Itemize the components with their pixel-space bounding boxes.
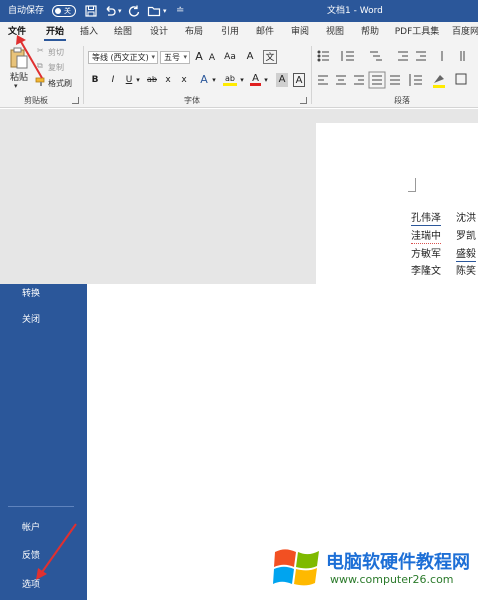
backstage-item-convert[interactable]: 转换 — [22, 286, 40, 299]
title-bar: 自动保存 关 ▾ ▾ ≐ 文档1 - Word — [0, 0, 478, 22]
font-size-value: 五号 — [164, 53, 180, 62]
tab-mailings[interactable]: 邮件 — [252, 22, 278, 42]
list-item: 洼瑞中 — [411, 231, 441, 244]
list-item: 盛毅 — [456, 249, 476, 262]
font-launcher-icon[interactable] — [300, 97, 307, 104]
cut-icon[interactable]: ✂ — [37, 46, 44, 55]
text-effects-dropdown-icon[interactable]: ▾ — [210, 73, 218, 87]
font-group-label: 字体 — [184, 96, 200, 105]
paste-dropdown-icon[interactable]: ▾ — [14, 82, 18, 90]
document-area: 孔伟泽 沈洪 洼瑞中 罗凯 方敏军 盛毅 李隆文 陈笑 — [0, 109, 478, 284]
paste-icon[interactable] — [9, 46, 29, 70]
ribbon: 粘贴 ▾ ✂ 剪切 ⧉ 复制 格式刷 剪贴板 等线 (西文正文) ▾ 五号 ▾ … — [0, 42, 478, 108]
text-effects-button[interactable]: A — [198, 73, 210, 87]
autosave-toggle[interactable]: 关 — [52, 5, 76, 17]
italic-button[interactable]: I — [108, 73, 118, 87]
tab-pdf-tools[interactable]: PDF工具集 — [391, 22, 443, 42]
watermark-url: www.computer26.com — [330, 573, 454, 586]
backstage-item-account[interactable]: 帐户 — [22, 520, 40, 533]
backstage-item-close[interactable]: 关闭 — [22, 312, 40, 325]
format-painter-icon[interactable] — [35, 77, 47, 87]
tab-baidu[interactable]: 百度网 — [452, 22, 478, 42]
highlight-button[interactable]: ab — [223, 72, 237, 86]
ribbon-tabs: 文件 开始 插入 绘图 设计 布局 引用 邮件 审阅 视图 帮助 PDF工具集 … — [0, 22, 478, 42]
watermark-title: 电脑软硬件教程网 — [326, 552, 470, 573]
tab-help[interactable]: 帮助 — [357, 22, 383, 42]
backstage-item-feedback[interactable]: 反馈 — [22, 548, 40, 561]
chevron-down-icon: ▾ — [151, 53, 155, 61]
autosave-label: 自动保存 — [8, 6, 45, 16]
paste-button[interactable]: 粘贴 — [10, 70, 28, 83]
group-separator — [311, 46, 312, 104]
list-item: 李隆文 — [411, 266, 441, 277]
strikethrough-button[interactable]: ab — [145, 73, 159, 87]
tab-insert[interactable]: 插入 — [76, 22, 102, 42]
paragraph-group-label: 段落 — [394, 96, 410, 105]
list-item: 方敏军 — [411, 249, 441, 260]
font-color-dropdown-icon[interactable]: ▾ — [262, 73, 270, 87]
tab-review[interactable]: 审阅 — [287, 22, 313, 42]
backstage-sidebar: 转换 关闭 帐户 反馈 选项 — [0, 284, 87, 600]
tab-file[interactable]: 文件 — [4, 22, 30, 42]
underline-button[interactable]: U — [124, 73, 134, 87]
phonetic-guide-button[interactable]: 文 — [263, 50, 277, 64]
clipboard-launcher-icon[interactable] — [72, 97, 79, 104]
backstage-divider — [8, 506, 74, 507]
list-item: 沈洪 — [456, 213, 476, 224]
font-size-select[interactable]: 五号 ▾ — [160, 51, 190, 64]
tab-home[interactable]: 开始 — [40, 22, 70, 42]
char-border-button[interactable]: A — [293, 73, 305, 87]
char-shading-button[interactable]: A — [276, 73, 288, 87]
save-icon[interactable] — [84, 4, 98, 18]
list-item: 孔伟泽 — [411, 213, 441, 226]
document-page[interactable]: 孔伟泽 沈洪 洼瑞中 罗凯 方敏军 盛毅 李隆文 陈笑 — [316, 123, 478, 284]
font-name-value: 等线 (西文正文) — [92, 53, 149, 62]
underline-dropdown-icon[interactable]: ▾ — [134, 73, 142, 87]
copy-button[interactable]: 复制 — [48, 62, 64, 73]
document-title: 文档1 - Word — [327, 6, 383, 16]
shrink-font-button[interactable]: A — [207, 51, 217, 65]
change-case-button[interactable]: Aa — [222, 50, 238, 64]
clipboard-group-label: 剪贴板 — [24, 96, 48, 105]
bold-button[interactable]: B — [90, 73, 100, 87]
tab-design[interactable]: 设计 — [146, 22, 172, 42]
tab-draw[interactable]: 绘图 — [110, 22, 136, 42]
grow-font-button[interactable]: A — [193, 50, 205, 64]
autosave-state: 关 — [64, 7, 71, 15]
list-item: 陈笑 — [456, 266, 476, 277]
paragraph-controls[interactable] — [316, 49, 476, 91]
group-separator — [83, 46, 84, 104]
highlight-dropdown-icon[interactable]: ▾ — [238, 73, 246, 87]
copy-icon[interactable]: ⧉ — [37, 61, 43, 71]
undo-icon[interactable] — [103, 4, 117, 18]
subscript-button[interactable]: x — [163, 73, 173, 87]
undo-dropdown-icon[interactable]: ▾ — [118, 0, 122, 22]
customize-icon[interactable]: ≐ — [176, 0, 184, 22]
margin-corner-mark — [408, 178, 416, 192]
open-dropdown-icon[interactable]: ▾ — [163, 0, 167, 22]
tab-references[interactable]: 引用 — [217, 22, 243, 42]
open-folder-icon[interactable] — [147, 4, 161, 18]
backstage-item-options[interactable]: 选项 — [22, 577, 40, 590]
tab-view[interactable]: 视图 — [322, 22, 348, 42]
format-painter-button[interactable]: 格式刷 — [48, 78, 72, 89]
cut-button[interactable]: 剪切 — [48, 47, 64, 58]
font-name-select[interactable]: 等线 (西文正文) ▾ — [88, 51, 158, 64]
clear-format-button[interactable]: A — [244, 50, 256, 64]
tab-layout[interactable]: 布局 — [181, 22, 207, 42]
windows-logo-icon — [273, 549, 319, 586]
font-color-button[interactable]: A — [250, 72, 261, 86]
redo-icon[interactable] — [127, 4, 141, 18]
list-item: 罗凯 — [456, 231, 476, 242]
superscript-button[interactable]: x — [179, 73, 189, 87]
chevron-down-icon: ▾ — [183, 53, 187, 61]
toggle-knob — [55, 8, 61, 14]
